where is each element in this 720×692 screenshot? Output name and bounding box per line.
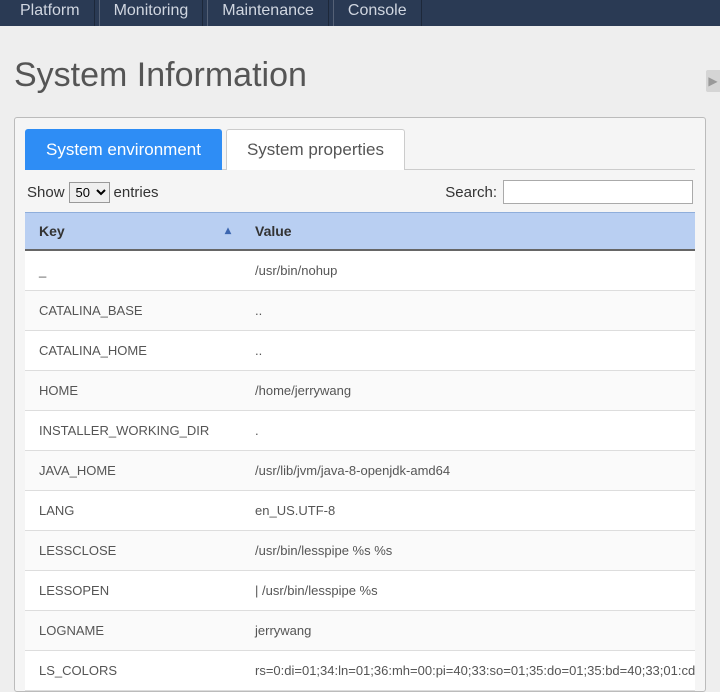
table-row: CATALINA_BASE..	[25, 291, 695, 331]
search-input[interactable]	[503, 180, 693, 204]
tab-system-properties[interactable]: System properties	[226, 129, 405, 170]
nav-platform[interactable]: Platform	[6, 0, 95, 26]
show-label-suffix: entries	[114, 184, 159, 201]
cell-key: JAVA_HOME	[25, 451, 241, 491]
cell-key: CATALINA_BASE	[25, 291, 241, 331]
table-row: JAVA_HOME/usr/lib/jvm/java-8-openjdk-amd…	[25, 451, 695, 491]
cell-value: /usr/bin/nohup	[241, 250, 695, 291]
cell-key: CATALINA_HOME	[25, 331, 241, 371]
column-header-value[interactable]: Value	[241, 213, 695, 251]
cell-value: /usr/lib/jvm/java-8-openjdk-amd64	[241, 451, 695, 491]
cell-value: .	[241, 411, 695, 451]
cell-value: /home/jerrywang	[241, 371, 695, 411]
table-row: _/usr/bin/nohup	[25, 250, 695, 291]
info-panel: System environment System properties Sho…	[14, 117, 706, 692]
cell-value: ..	[241, 291, 695, 331]
page-title: System Information	[14, 56, 706, 95]
tab-system-environment[interactable]: System environment	[25, 129, 222, 170]
cell-key: LOGNAME	[25, 611, 241, 651]
cell-key: LANG	[25, 491, 241, 531]
table-row: LESSOPEN| /usr/bin/lesspipe %s	[25, 571, 695, 611]
cell-key: LS_COLORS	[25, 651, 241, 691]
table-row: CATALINA_HOME..	[25, 331, 695, 371]
nav-console[interactable]: Console	[333, 0, 422, 26]
cell-key: HOME	[25, 371, 241, 411]
cell-value: en_US.UTF-8	[241, 491, 695, 531]
table-row: LANGen_US.UTF-8	[25, 491, 695, 531]
table-row: HOME/home/jerrywang	[25, 371, 695, 411]
cell-value: rs=0:di=01;34:ln=01;36:mh=00:pi=40;33:so…	[241, 651, 695, 691]
cell-key: LESSCLOSE	[25, 531, 241, 571]
table-row: LOGNAMEjerrywang	[25, 611, 695, 651]
env-table: Key Value _/usr/bin/nohupCATALINA_BASE..…	[25, 212, 695, 691]
cell-key: INSTALLER_WORKING_DIR	[25, 411, 241, 451]
top-navbar: Platform Monitoring Maintenance Console	[0, 0, 720, 26]
tab-bar: System environment System properties	[25, 128, 695, 170]
cell-value: ..	[241, 331, 695, 371]
page-size-select[interactable]: 50	[69, 182, 110, 203]
table-row: LS_COLORSrs=0:di=01;34:ln=01;36:mh=00:pi…	[25, 651, 695, 691]
nav-monitoring[interactable]: Monitoring	[99, 0, 204, 26]
cell-key: _	[25, 250, 241, 291]
cell-value: jerrywang	[241, 611, 695, 651]
forward-icon[interactable]: ▶	[706, 70, 720, 92]
nav-maintenance[interactable]: Maintenance	[207, 0, 329, 26]
search-label: Search:	[445, 184, 497, 201]
table-toolbar: Show 50 entries Search:	[25, 180, 695, 212]
column-header-key[interactable]: Key	[25, 213, 241, 251]
cell-key: LESSOPEN	[25, 571, 241, 611]
table-row: INSTALLER_WORKING_DIR.	[25, 411, 695, 451]
cell-value: | /usr/bin/lesspipe %s	[241, 571, 695, 611]
table-row: LESSCLOSE/usr/bin/lesspipe %s %s	[25, 531, 695, 571]
cell-value: /usr/bin/lesspipe %s %s	[241, 531, 695, 571]
show-label-prefix: Show	[27, 184, 65, 201]
